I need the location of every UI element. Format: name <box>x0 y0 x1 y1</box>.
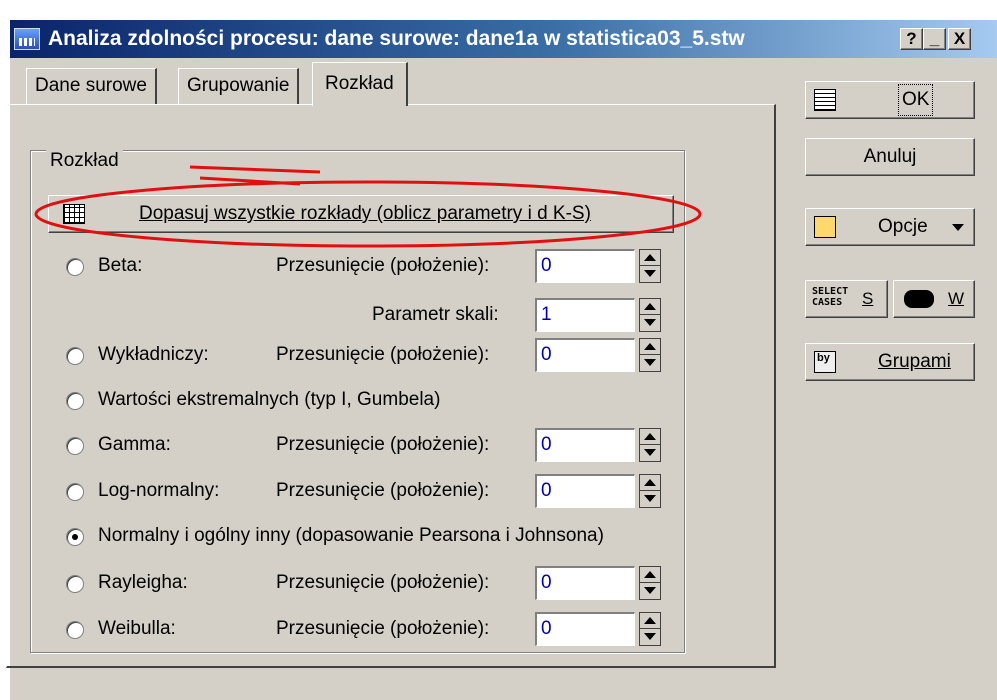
rayleigh-shift-label: Przesunięcie (położenie): <box>276 572 490 593</box>
options-label: Opcje <box>878 216 928 237</box>
lognormal-shift-input[interactable]: 0 <box>535 474 635 508</box>
fit-all-distributions-button[interactable]: Dopasuj wszystkie rozkłady (oblicz param… <box>48 195 674 233</box>
beta-scale-label: Parametr skali: <box>372 304 499 325</box>
gamma-shift-label: Przesunięcie (położenie): <box>276 434 490 455</box>
dropdown-arrow-icon <box>952 224 964 231</box>
label-rayleigh: Rayleigha: <box>98 572 188 593</box>
tab-dane-surowe[interactable]: Dane surowe <box>26 68 157 104</box>
title-bar[interactable]: Analiza zdolności procesu: dane surowe: … <box>10 20 997 58</box>
radio-normal[interactable] <box>66 528 84 546</box>
window-title: Analiza zdolności procesu: dane surowe: … <box>48 27 745 50</box>
exponential-shift-input[interactable]: 0 <box>535 338 635 372</box>
radio-weibull[interactable] <box>66 621 84 639</box>
gamma-shift-spinner[interactable] <box>639 428 661 462</box>
by-group-button[interactable]: by Grupami <box>805 343 975 381</box>
select-cases-button[interactable]: SELECT CASES S <box>805 280 888 318</box>
hammer-icon <box>814 216 836 238</box>
label-lognormal: Log-normalny: <box>98 480 220 501</box>
minimize-button[interactable]: _ <box>923 28 946 50</box>
options-button[interactable]: Opcje <box>805 208 975 246</box>
cancel-button[interactable]: Anuluj <box>805 138 975 176</box>
label-extreme-value: Wartości ekstremalnych (typ I, Gumbela) <box>98 389 441 410</box>
weibull-shift-input[interactable]: 0 <box>535 612 635 646</box>
radio-gamma[interactable] <box>66 437 84 455</box>
label-weibull: Weibulla: <box>98 618 176 639</box>
group-label: Rozkład <box>46 150 123 172</box>
lognormal-shift-spinner[interactable] <box>639 474 661 508</box>
w-label: W <box>948 289 965 308</box>
weibull-shift-spinner[interactable] <box>639 612 661 646</box>
label-beta: Beta: <box>98 255 143 276</box>
help-button[interactable]: ? <box>900 28 923 50</box>
radio-extreme-value[interactable] <box>66 392 84 410</box>
weight-icon <box>904 290 934 308</box>
gamma-shift-input[interactable]: 0 <box>535 428 635 462</box>
select-cases-icon: SELECT CASES <box>812 286 849 308</box>
tab-rozklad[interactable]: Rozkład <box>312 62 408 106</box>
lognormal-shift-label: Przesunięcie (położenie): <box>276 480 490 501</box>
tab-grupowanie[interactable]: Grupowanie <box>178 68 300 104</box>
label-exponential: Wykładniczy: <box>98 344 209 365</box>
ok-button[interactable]: OK <box>805 81 975 119</box>
weibull-shift-label: Przesunięcie (położenie): <box>276 618 490 639</box>
rayleigh-shift-spinner[interactable] <box>639 566 661 600</box>
app-icon <box>14 28 40 50</box>
beta-shift-input[interactable]: 0 <box>535 249 635 283</box>
grid-icon <box>63 204 85 224</box>
ok-label: OK <box>898 84 934 116</box>
beta-shift-label: Przesunięcie (położenie): <box>276 255 490 276</box>
weight-button[interactable]: W <box>893 280 975 318</box>
table-icon <box>814 89 836 111</box>
beta-scale-spinner[interactable] <box>639 298 661 332</box>
radio-rayleigh[interactable] <box>66 575 84 593</box>
by-group-icon: by <box>814 351 836 373</box>
label-gamma: Gamma: <box>98 434 171 455</box>
s-label: S <box>862 289 874 308</box>
beta-shift-spinner[interactable] <box>639 249 661 283</box>
exponential-shift-spinner[interactable] <box>639 338 661 372</box>
label-normal: Normalny i ogólny inny (dopasowanie Pear… <box>98 525 604 546</box>
radio-lognormal[interactable] <box>66 483 84 501</box>
groups-label: Grupami <box>878 351 951 372</box>
beta-scale-input[interactable]: 1 <box>535 298 635 332</box>
exponential-shift-label: Przesunięcie (położenie): <box>276 344 490 365</box>
radio-exponential[interactable] <box>66 347 84 365</box>
fit-all-label: Dopasuj wszystkie rozkłady (oblicz param… <box>139 203 591 224</box>
close-button[interactable]: X <box>948 28 971 50</box>
rayleigh-shift-input[interactable]: 0 <box>535 566 635 600</box>
radio-beta[interactable] <box>66 258 84 276</box>
